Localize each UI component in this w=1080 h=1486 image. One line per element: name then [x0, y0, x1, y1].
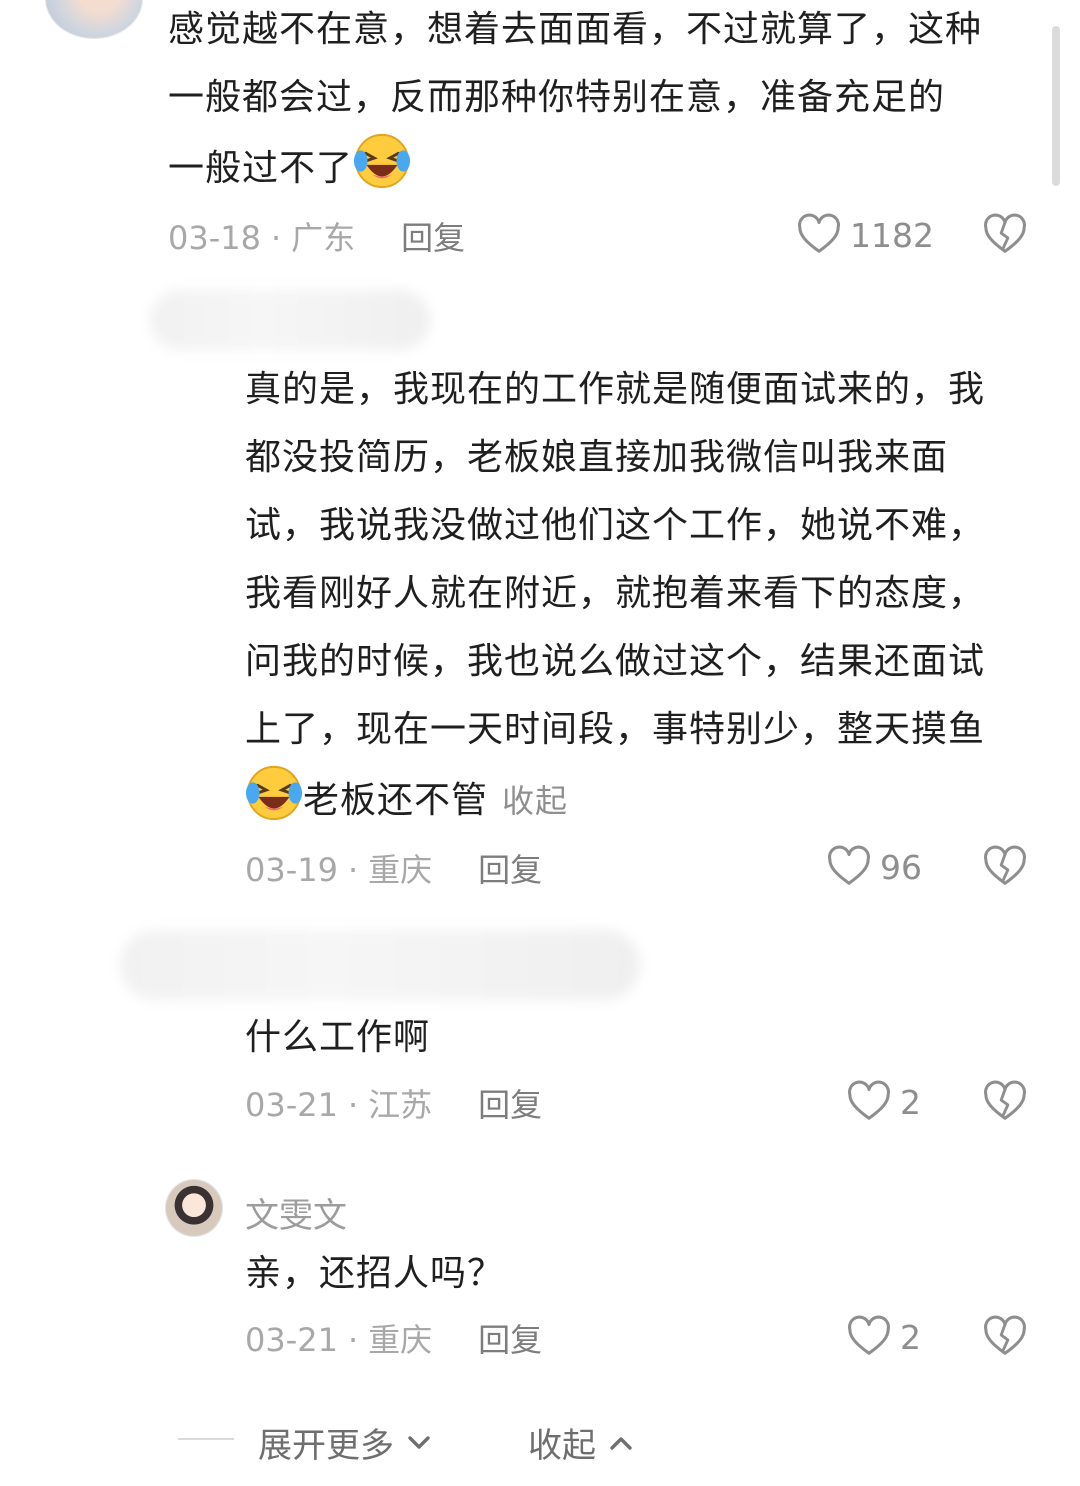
comment-text-line: 一般过不了 [168, 148, 354, 189]
scrollbar[interactable] [1052, 26, 1060, 186]
heart-icon [848, 1080, 890, 1120]
comment-3: 什么工作啊 [245, 1004, 1045, 1072]
broken-heart-icon[interactable] [982, 1314, 1028, 1360]
like-button[interactable]: 1182 [796, 212, 934, 258]
divider [178, 1438, 234, 1440]
comment-date: 03-18 [168, 219, 261, 257]
comment-location: 重庆 [368, 1321, 433, 1359]
comment-meta: 03-18 · 广东 回复 [168, 219, 466, 257]
grinning-squint-tears-emoji [245, 765, 303, 821]
comment-meta: 03-21 · 江苏 回复 [245, 1086, 543, 1124]
comment-text-line: 上了，现在一天时间段，事特别少，整天摸鱼 [245, 709, 986, 750]
like-count: 2 [900, 1317, 921, 1357]
like-button[interactable]: 2 [846, 1079, 921, 1125]
reply-button[interactable]: 回复 [478, 1321, 542, 1359]
collapse-text-button[interactable]: 收起 [502, 782, 568, 820]
broken-heart-icon[interactable] [982, 1079, 1028, 1125]
comment-1: 感觉越不在意，想着去面面看，不过就算了，这种 一般都会过，反而那种你特别在意，准… [168, 0, 1048, 203]
comment-text-line: 感觉越不在意，想着去面面看，不过就算了，这种 [168, 9, 983, 50]
comment-username[interactable]: 文雯文 [245, 1188, 347, 1237]
comment-text-line: 老板还不管 [303, 780, 489, 821]
reply-button[interactable]: 回复 [401, 219, 465, 257]
heart-icon [848, 1315, 890, 1355]
comment-date: 03-19 [245, 851, 338, 889]
reply-button[interactable]: 回复 [478, 1086, 542, 1124]
blurred-username [120, 930, 640, 1000]
broken-heart-icon[interactable] [982, 844, 1028, 890]
comment-text-line: 我看刚好人就在附近，就抱着来看下的态度， [245, 573, 986, 614]
comment-text-line: 试，我说我没做过他们这个工作，她说不难， [245, 505, 986, 546]
chevron-up-icon [610, 1436, 632, 1450]
comment-date: 03-21 [245, 1321, 338, 1359]
comment-location: 广东 [291, 219, 356, 257]
like-count: 2 [900, 1082, 921, 1122]
comment-meta: 03-19 · 重庆 回复 [245, 851, 543, 889]
comment-4: 亲，还招人吗？ [245, 1240, 1045, 1308]
avatar[interactable] [166, 1180, 222, 1236]
avatar[interactable] [46, 0, 142, 38]
expand-more-label: 展开更多 [258, 1426, 394, 1466]
like-count: 96 [880, 847, 922, 887]
comment-text-line: 都没投简历，老板娘直接加我微信叫我来面 [245, 437, 949, 478]
chevron-down-icon [408, 1435, 430, 1449]
comment-text-line: 亲，还招人吗？ [245, 1253, 505, 1294]
collapse-label: 收起 [528, 1426, 596, 1466]
comment-text-line: 什么工作啊 [245, 1017, 431, 1058]
like-count: 1182 [850, 215, 934, 255]
comment-text-line: 一般都会过，反而那种你特别在意，准备充足的 [168, 77, 946, 118]
collapse-button[interactable]: 收起 [528, 1418, 636, 1467]
heart-icon [828, 845, 870, 885]
comment-text-line: 真的是，我现在的工作就是随便面试来的，我 [245, 369, 986, 410]
reply-button[interactable]: 回复 [478, 851, 542, 889]
like-button[interactable]: 96 [826, 844, 922, 890]
comment-date: 03-21 [245, 1086, 338, 1124]
like-button[interactable]: 2 [846, 1314, 921, 1360]
comment-text-line: 问我的时候，我也说么做过这个，结果还面试 [245, 641, 986, 682]
broken-heart-icon[interactable] [982, 212, 1028, 258]
comment-location: 重庆 [368, 851, 433, 889]
comment-meta: 03-21 · 重庆 回复 [245, 1321, 543, 1359]
heart-icon [798, 213, 840, 253]
comment-location: 江苏 [368, 1086, 433, 1124]
expand-more-button[interactable]: 展开更多 [258, 1418, 434, 1467]
blurred-username [150, 290, 430, 350]
comment-2: 真的是，我现在的工作就是随便面试来的，我 都没投简历，老板娘直接加我微信叫我来面… [245, 356, 1045, 835]
grinning-squint-tears-emoji [353, 133, 411, 189]
